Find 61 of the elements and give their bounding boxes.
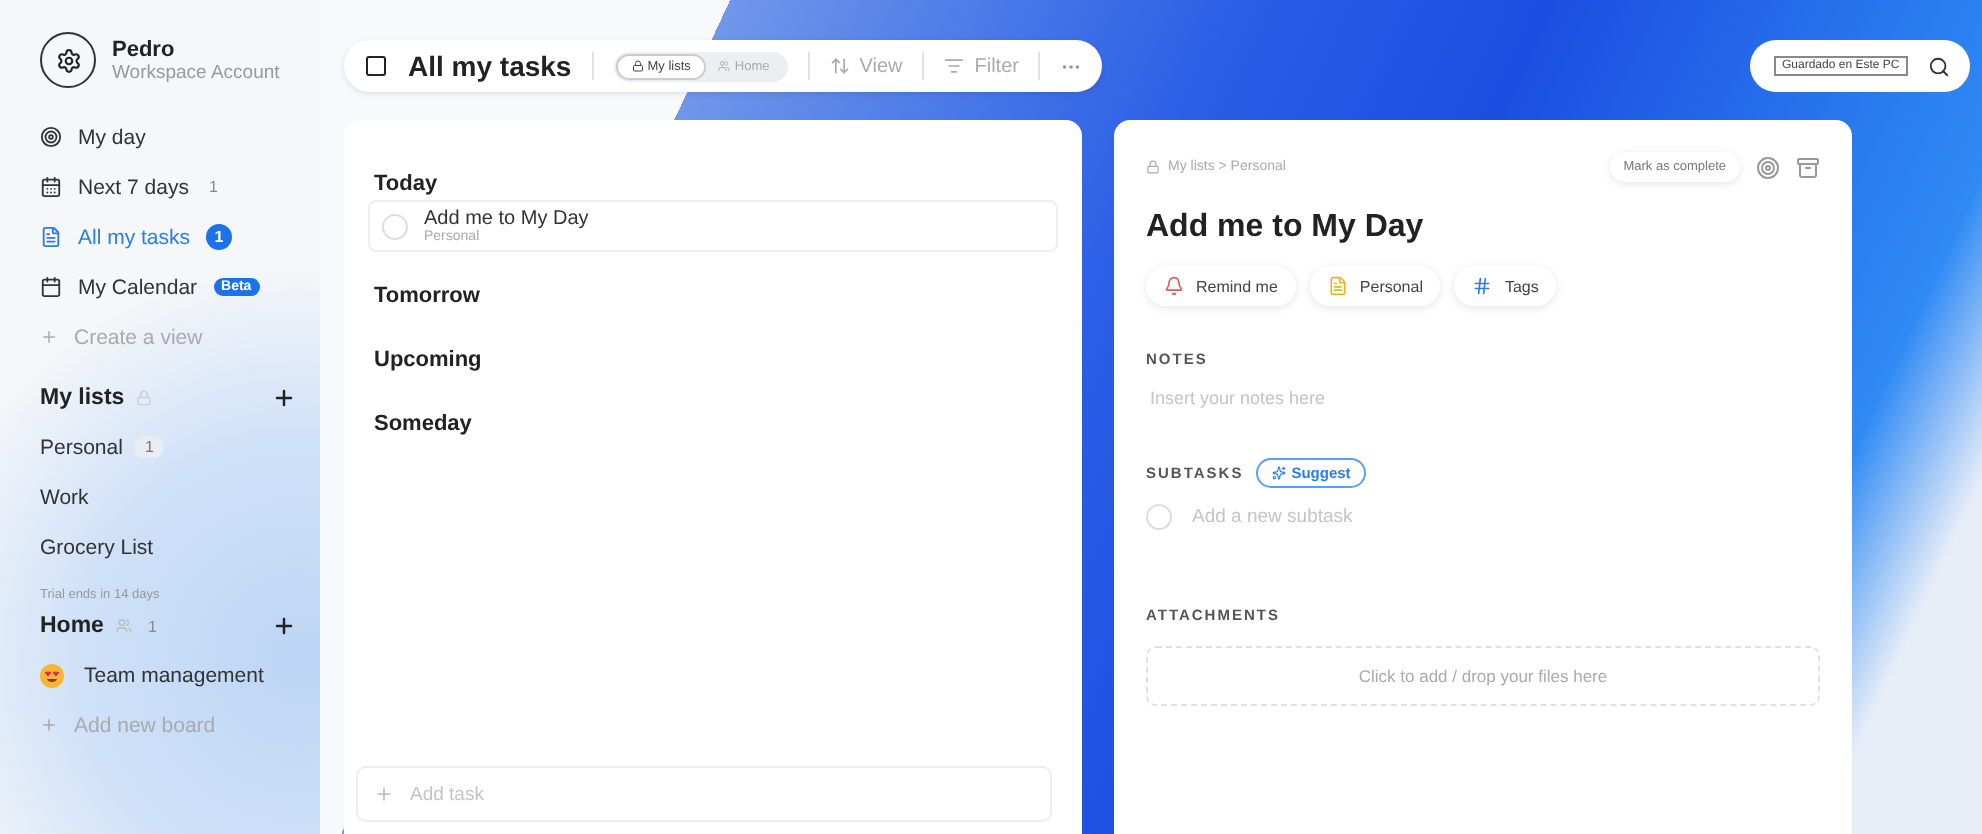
board-item[interactable]: Team management [40,650,296,700]
circle-icon [1146,504,1172,530]
chip[interactable]: Personal [1309,266,1441,306]
nav-item[interactable]: My day [40,112,296,162]
list-label: Personal [40,435,123,459]
document-icon [1327,276,1348,296]
notes-field[interactable]: Insert your notes here [1146,386,1820,410]
chip[interactable]: Remind me [1146,266,1296,306]
board-label: Team management [84,663,264,687]
plus-icon [40,328,58,346]
document-icon [40,226,62,248]
account-name: Pedro [112,37,177,61]
hash-icon [1472,276,1493,296]
nav-label: Next 7 days [78,175,189,199]
plus-icon [374,784,394,804]
group-title: Someday [374,410,474,440]
nav-label: My day [78,125,146,149]
people-icon [718,60,731,72]
group-title: Upcoming [374,346,484,376]
task-title: Add me to My Day [424,208,589,230]
plus-icon [40,716,58,734]
nav-item[interactable]: Next 7 days 1 [40,162,296,212]
count: 1 [134,436,164,458]
list-item[interactable]: Grocery List [40,522,296,572]
sort-icon [829,56,850,76]
group-title: Tomorrow [374,282,482,312]
lock-icon [136,390,153,406]
lock-icon [631,60,644,72]
bell-icon [1164,276,1184,296]
count-badge: 1 [206,224,233,250]
nav-item[interactable]: All my tasks 1 [40,212,296,262]
emoji-icon [40,663,64,687]
list-item[interactable]: Personal 1 [40,422,296,472]
nav-label: My Calendar [78,275,198,299]
sparkle-icon [1271,466,1286,480]
account-type: Workspace Account [112,61,280,83]
list-item[interactable]: Work [40,472,296,522]
task-title: Add me to My Day [1146,210,1426,246]
settings-icon[interactable] [40,32,96,88]
list-label: Grocery List [40,535,154,559]
lock-icon [1146,160,1160,174]
add-icon[interactable] [272,614,296,638]
filter-icon [944,56,965,76]
subtask-field[interactable]: Add a new subtask [1188,504,1820,530]
target-icon [40,126,62,148]
add-icon[interactable] [272,386,296,410]
people-icon [115,618,132,634]
count: 1 [208,178,218,196]
nav-label: All my tasks [78,225,191,249]
archive-icon[interactable] [1796,155,1820,179]
target-icon[interactable] [1756,155,1780,179]
section-title: Home [40,614,104,638]
chip[interactable]: Tags [1454,266,1557,306]
section-title: My lists [40,386,125,410]
add-task-field[interactable]: Add task [356,766,1052,822]
page-title: All my tasks [408,50,572,82]
group-title: Today [374,170,440,200]
member-count: 1 [147,617,157,635]
search-icon[interactable] [1928,55,1950,77]
task-checkbox[interactable] [382,213,408,239]
list-label: Work [40,485,89,509]
